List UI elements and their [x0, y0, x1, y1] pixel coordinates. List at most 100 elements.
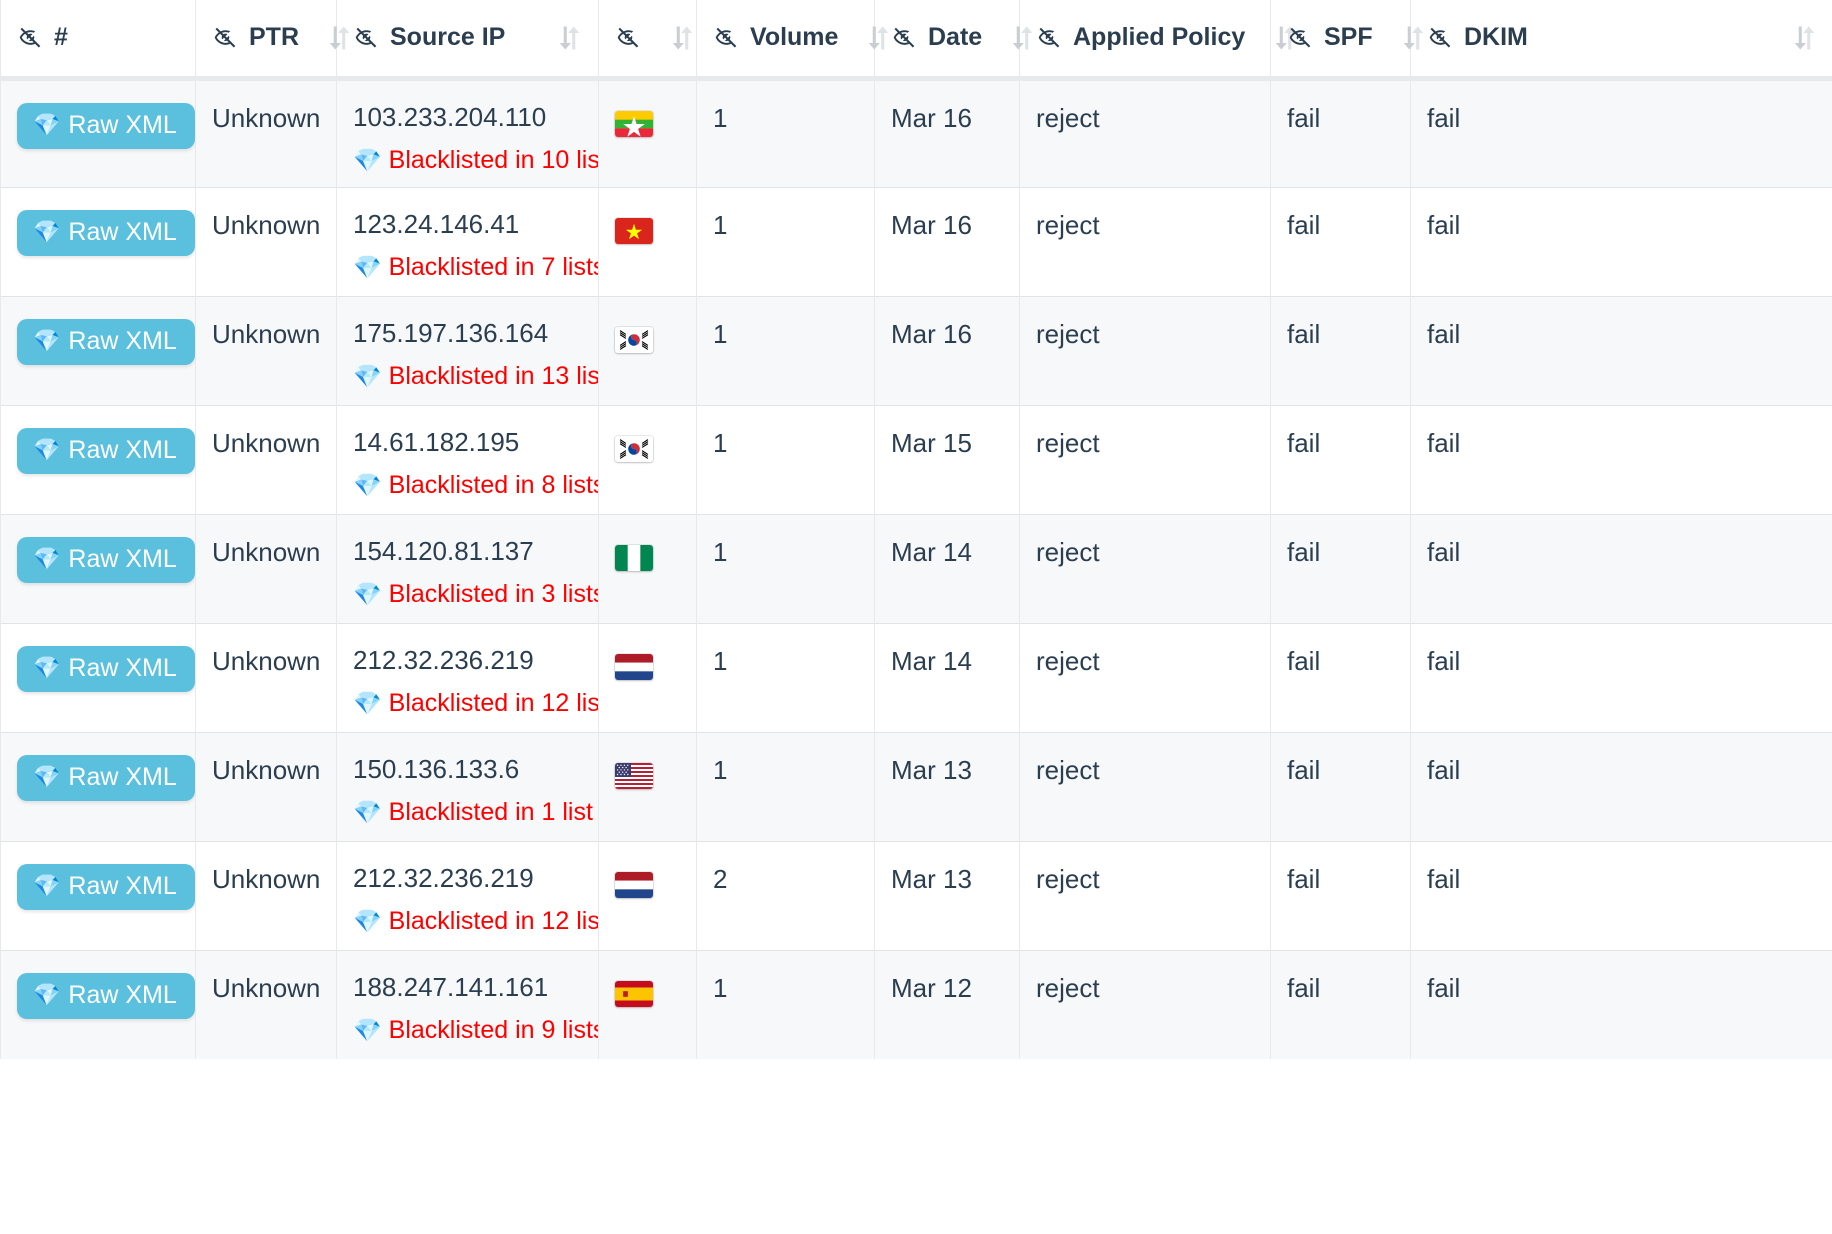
column-header-volume[interactable]: Volume [697, 0, 875, 78]
volume-value: 1 [713, 537, 727, 567]
blacklist-status: 💎Blacklisted in 13 lists [353, 362, 582, 391]
volume-value: 1 [713, 428, 727, 458]
sort-icon[interactable] [670, 23, 695, 53]
cell-ptr: Unknown [196, 187, 337, 296]
gem-icon: 💎 [353, 365, 382, 388]
table-header: #PTR Source IP VolumeDateApplied Policy SPF… [1, 0, 1832, 78]
volume-value: 1 [713, 210, 727, 240]
flag-icon-ng [615, 545, 653, 571]
blacklist-label: Blacklisted in 10 lists [389, 146, 599, 175]
column-header-country[interactable] [599, 0, 697, 78]
cell-date: Mar 13 [875, 841, 1020, 950]
flag-icon-us [615, 763, 653, 789]
ptr-value: Unknown [212, 646, 320, 676]
column-header-date[interactable]: Date [875, 0, 1020, 78]
blacklist-label: Blacklisted in 7 lists [389, 253, 599, 282]
gem-icon: 💎 [33, 875, 60, 897]
flag-icon-nl [615, 654, 653, 680]
source-ip-value: 212.32.236.219 [353, 864, 582, 894]
eye-slash-icon[interactable] [1287, 24, 1314, 51]
dkim-value: fail [1427, 973, 1460, 1003]
column-header-label: Source IP [390, 23, 505, 52]
eye-slash-icon[interactable] [1427, 24, 1454, 51]
cell-ptr: Unknown [196, 405, 337, 514]
raw-xml-button[interactable]: 💎Raw XML [17, 210, 195, 257]
gem-icon: 💎 [33, 657, 60, 679]
column-header-ptr[interactable]: PTR [196, 0, 337, 78]
flag-icon-kr [615, 436, 653, 462]
blacklist-status: 💎Blacklisted in 1 list [353, 798, 582, 827]
cell-date: Mar 16 [875, 296, 1020, 405]
cell-source-ip: 212.32.236.219💎Blacklisted in 12 lists [337, 623, 599, 732]
column-header-num[interactable]: # [1, 0, 196, 78]
cell-dkim: fail [1411, 405, 1832, 514]
gem-icon: 💎 [353, 583, 382, 606]
sort-icon[interactable] [1792, 23, 1817, 53]
blacklist-status: 💎Blacklisted in 12 lists [353, 689, 582, 718]
raw-xml-button[interactable]: 💎Raw XML [17, 864, 195, 911]
date-value: Mar 15 [891, 428, 972, 458]
cell-ptr: Unknown [196, 296, 337, 405]
ptr-value: Unknown [212, 428, 320, 458]
volume-value: 1 [713, 646, 727, 676]
date-value: Mar 16 [891, 103, 972, 133]
cell-date: Mar 16 [875, 187, 1020, 296]
raw-xml-label: Raw XML [68, 437, 176, 465]
cell-spf: fail [1271, 623, 1411, 732]
gem-icon: 💎 [353, 692, 382, 715]
raw-xml-label: Raw XML [68, 546, 176, 574]
date-value: Mar 16 [891, 319, 972, 349]
cell-date: Mar 15 [875, 405, 1020, 514]
cell-source-ip: 150.136.133.6 💎Blacklisted in 1 list [337, 732, 599, 841]
eye-slash-icon[interactable] [17, 24, 44, 51]
cell-action: 💎Raw XML [1, 514, 196, 623]
raw-xml-button[interactable]: 💎Raw XML [17, 319, 195, 366]
cell-dkim: fail [1411, 732, 1832, 841]
blacklist-status: 💎Blacklisted in 10 lists [353, 146, 582, 175]
volume-value: 1 [713, 319, 727, 349]
spf-value: fail [1287, 210, 1320, 240]
column-header-dkim[interactable]: DKIM [1411, 0, 1832, 78]
eye-slash-icon[interactable] [212, 24, 239, 51]
raw-xml-button[interactable]: 💎Raw XML [17, 646, 195, 693]
eye-slash-icon[interactable] [353, 24, 380, 51]
cell-spf: fail [1271, 514, 1411, 623]
raw-xml-button[interactable]: 💎Raw XML [17, 103, 195, 150]
cell-action: 💎Raw XML [1, 841, 196, 950]
column-header-label: SPF [1324, 23, 1373, 52]
sort-icon[interactable] [557, 23, 582, 53]
applied-policy-value: reject [1036, 973, 1100, 1003]
cell-country [599, 514, 697, 623]
spf-value: fail [1287, 319, 1320, 349]
cell-country [599, 623, 697, 732]
applied-policy-value: reject [1036, 103, 1100, 133]
raw-xml-button[interactable]: 💎Raw XML [17, 537, 195, 584]
flag-icon-kr [615, 327, 653, 353]
report-table-container: #PTR Source IP VolumeDateApplied Policy SPF… [0, 0, 1832, 1234]
column-header-source_ip[interactable]: Source IP [337, 0, 599, 78]
applied-policy-value: reject [1036, 537, 1100, 567]
eye-slash-icon[interactable] [615, 24, 642, 51]
column-header-policy[interactable]: Applied Policy [1020, 0, 1271, 78]
cell-country [599, 187, 697, 296]
dkim-value: fail [1427, 864, 1460, 894]
source-ip-value: 150.136.133.6 [353, 755, 582, 785]
cell-spf: fail [1271, 950, 1411, 1059]
column-header-spf[interactable]: SPF [1271, 0, 1411, 78]
raw-xml-button[interactable]: 💎Raw XML [17, 973, 195, 1020]
eye-slash-icon[interactable] [891, 24, 918, 51]
cell-action: 💎Raw XML [1, 623, 196, 732]
table-row: 💎Raw XMLUnknown212.32.236.219💎Blackliste… [1, 841, 1832, 950]
dkim-value: fail [1427, 755, 1460, 785]
eye-slash-icon[interactable] [1036, 24, 1063, 51]
blacklist-status: 💎Blacklisted in 7 lists [353, 253, 582, 282]
cell-applied-policy: reject [1020, 623, 1271, 732]
blacklist-status: 💎Blacklisted in 12 lists [353, 907, 582, 936]
raw-xml-button[interactable]: 💎Raw XML [17, 755, 195, 802]
eye-slash-icon[interactable] [713, 24, 740, 51]
raw-xml-button[interactable]: 💎Raw XML [17, 428, 195, 475]
blacklist-label: Blacklisted in 3 lists [389, 580, 599, 609]
cell-volume: 1 [697, 732, 875, 841]
volume-value: 2 [713, 864, 727, 894]
cell-source-ip: 14.61.182.195💎Blacklisted in 8 lists [337, 405, 599, 514]
